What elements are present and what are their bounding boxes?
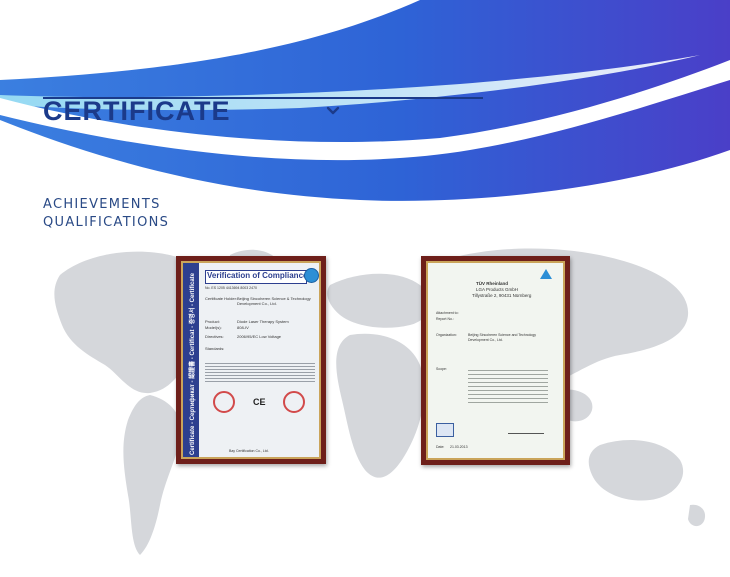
stamp-left-icon xyxy=(213,391,235,413)
frame-mat: Certificate - Сертификат - 認證書 - Certifi… xyxy=(181,261,321,459)
org-line-1: LGA Products GmbH xyxy=(476,287,519,292)
certificate-paper: TÜV Rheinland LGA Products GmbH Tillystr… xyxy=(428,263,563,458)
tuv-logo-icon xyxy=(540,269,552,279)
product-label: Product: xyxy=(205,319,220,324)
certificate-side-band: Certificate - Сертификат - 認證書 - Certifi… xyxy=(183,263,199,457)
model-value: 808-IV xyxy=(237,325,249,330)
date-value: 21.03.2013 xyxy=(450,445,468,449)
directives-label: Directives: xyxy=(205,334,224,339)
ce-mark: CE xyxy=(253,397,266,407)
report-label: Report No.: xyxy=(436,317,454,321)
signature-icon xyxy=(508,421,544,434)
holder-label: Certificate Holder: xyxy=(205,296,238,301)
certificate-heading: Verification of Compliance xyxy=(207,271,308,280)
tuv-stamp-icon xyxy=(436,423,454,437)
model-label: Model(s): xyxy=(205,325,222,330)
organization-value: Beijing Sincoheren Science and Technolog… xyxy=(468,333,537,342)
certificate-paper: Certificate - Сертификат - 認證書 - Certifi… xyxy=(183,263,319,457)
frame-mat: TÜV Rheinland LGA Products GmbH Tillystr… xyxy=(426,261,565,460)
ref-label: Attachment to: xyxy=(436,311,459,315)
product-value: Diode Laser Therapy System xyxy=(237,319,289,324)
body-text-block xyxy=(205,361,315,383)
directives-value: 2006/95/EC Low Voltage xyxy=(237,334,282,339)
org-line-2: Tillystraße 2, 90431 Nürnberg xyxy=(472,293,532,298)
world-map-background xyxy=(0,215,730,572)
chevron-down-icon xyxy=(326,104,340,116)
side-band-text: Certificate - Сертификат - 認證書 - Certifi… xyxy=(190,272,196,455)
scope-label: Scope: xyxy=(436,367,447,371)
standards-label: Standards: xyxy=(205,346,225,351)
ecm-logo-icon xyxy=(304,268,319,283)
date-label: Date: xyxy=(436,445,445,449)
holder-value: Beijing Sincoheren Science & Technology … xyxy=(237,296,311,306)
page-title: CERTIFICATE xyxy=(43,96,231,126)
certificate-frame-ce[interactable]: Certificate - Сертификат - 認證書 - Certifi… xyxy=(176,256,326,464)
certificate-footer: Bay Certification Co., Ltd. xyxy=(229,449,269,453)
subtitle-achievements: ACHIEVEMENTS xyxy=(43,197,161,212)
certificate-heading: TÜV Rheinland xyxy=(476,281,509,286)
certificate-frame-tuv[interactable]: TÜV Rheinland LGA Products GmbH Tillystr… xyxy=(421,256,570,465)
certificate-number: No. ES 1205 4413694 8003 2470 xyxy=(205,286,257,290)
stamp-right-icon xyxy=(283,391,305,413)
organization-label: Organization: xyxy=(436,333,457,337)
scope-text-block xyxy=(468,367,548,403)
